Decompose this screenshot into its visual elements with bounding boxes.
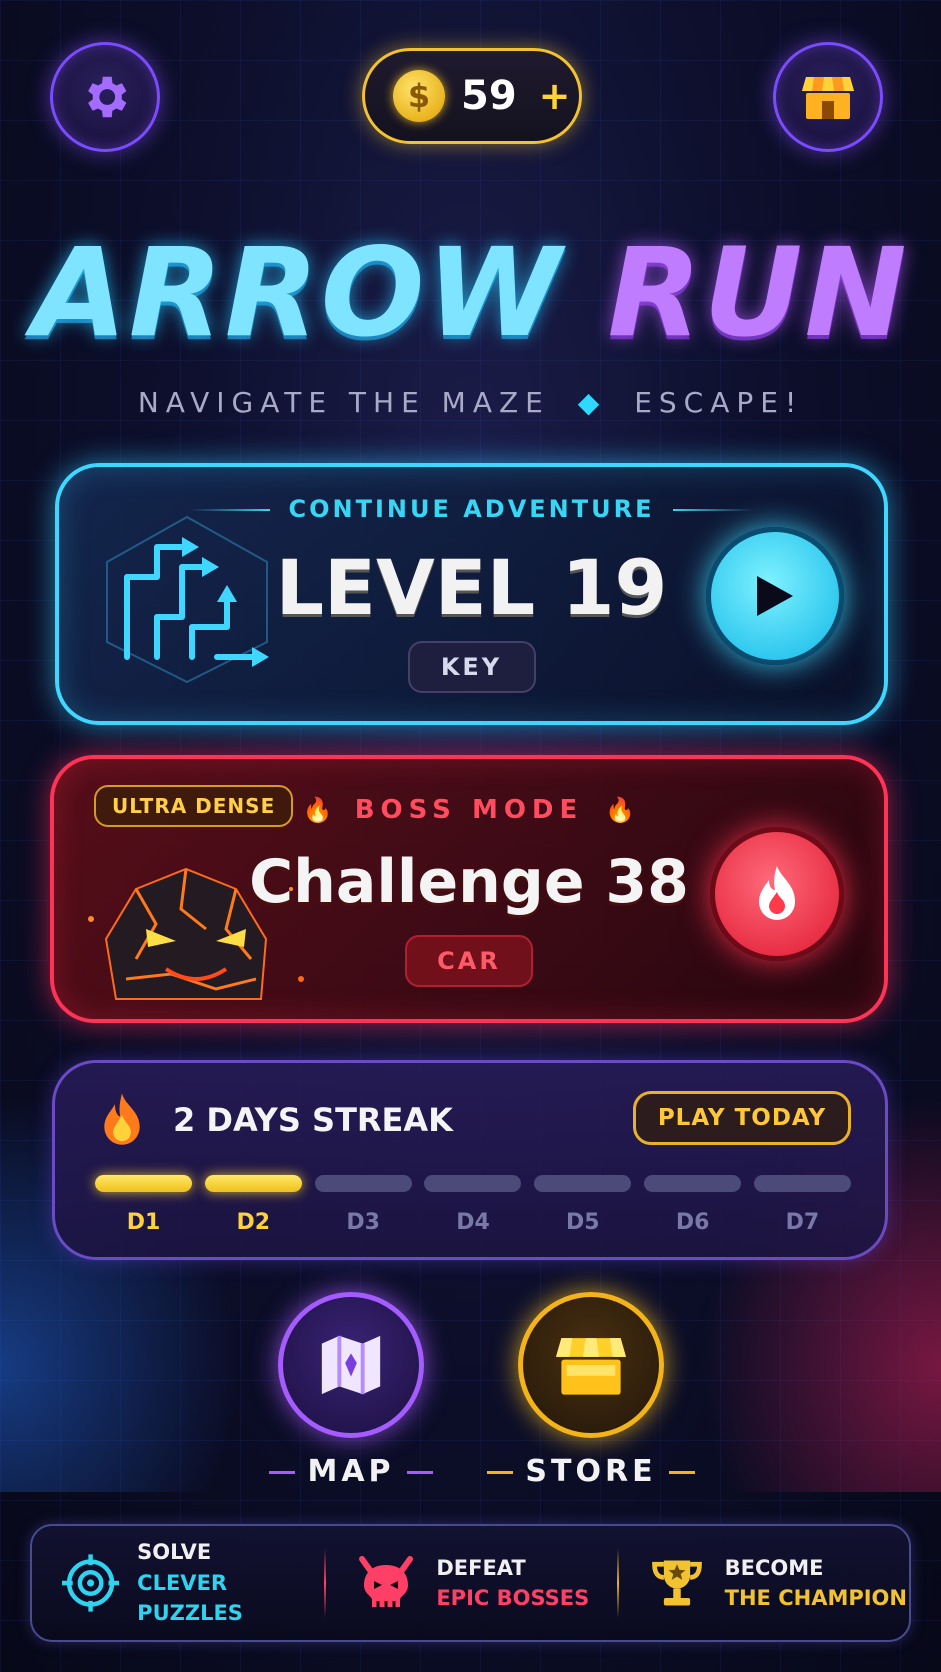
store-button[interactable] — [518, 1292, 664, 1438]
play-icon — [757, 576, 793, 616]
feature-champion: BECOME THE CHAMPION — [616, 1526, 909, 1640]
streak-day-6: D6 — [644, 1175, 742, 1235]
streak-day-label: D1 — [126, 1210, 161, 1235]
title-word-run: RUN — [607, 222, 909, 364]
coin-balance[interactable]: $ 59 + — [362, 48, 582, 144]
streak-day-5: D5 — [534, 1175, 632, 1235]
daily-streak-panel: 2 DAYS STREAK PLAY TODAY D1 D2 D3 D4 D5 … — [52, 1060, 888, 1260]
challenge-tag: CAR — [405, 935, 533, 987]
store-icon — [556, 1338, 626, 1395]
map-label-line-left — [269, 1471, 296, 1474]
boss-kicker: 🔥 BOSS MODE 🔥 — [54, 795, 884, 825]
boss-play-button[interactable] — [710, 827, 844, 961]
play-today-button[interactable]: PLAY TODAY — [633, 1091, 851, 1145]
map-icon — [321, 1335, 381, 1395]
streak-day-2: D2 — [204, 1175, 302, 1235]
feature-puzzles-line1: SOLVE — [137, 1540, 212, 1565]
streak-day-bar — [424, 1175, 522, 1192]
kicker-line-left — [190, 509, 271, 511]
shop-button[interactable] — [773, 42, 883, 152]
streak-day-label: D4 — [456, 1210, 490, 1235]
subtitle-right: ESCAPE! — [634, 386, 804, 419]
level-tag: KEY — [407, 641, 536, 693]
streak-flame-icon — [104, 1093, 140, 1145]
map-label: MAP — [231, 1454, 471, 1489]
store-label: STORE — [471, 1454, 711, 1489]
streak-day-bar — [204, 1175, 302, 1192]
add-coins-button[interactable]: + — [539, 74, 571, 118]
streak-day-label: D2 — [236, 1210, 271, 1235]
continue-kicker: CONTINUE ADVENTURE — [59, 495, 884, 523]
map-button[interactable] — [278, 1292, 424, 1438]
continue-level-card[interactable]: CONTINUE ADVENTURE LEVEL 19 KEY — [55, 463, 888, 725]
target-icon — [62, 1554, 120, 1612]
game-subtitle: NAVIGATE THE MAZE ◆ ESCAPE! — [0, 386, 941, 419]
streak-day-bar — [753, 1175, 851, 1192]
store-label-line-right — [668, 1471, 695, 1474]
boss-challenge-card[interactable]: ULTRA DENSE 🔥 BOSS MODE 🔥 Challenge 38 CAR — [50, 755, 888, 1023]
fire-icon — [759, 866, 795, 920]
streak-day-bar — [534, 1175, 632, 1192]
store-label-text: STORE — [525, 1454, 657, 1489]
demon-skull-icon — [359, 1556, 414, 1607]
feature-champion-line2: THE CHAMPION — [724, 1586, 907, 1610]
streak-day-4: D4 — [424, 1175, 522, 1235]
store-label-line-left — [487, 1471, 514, 1474]
streak-count-text: 2 DAYS STREAK — [173, 1101, 453, 1139]
feature-puzzles-text: SOLVE CLEVER PUZZLES — [137, 1537, 324, 1628]
map-label-line-right — [406, 1471, 433, 1474]
streak-day-3: D3 — [314, 1175, 412, 1235]
settings-button[interactable] — [50, 42, 160, 152]
streak-days: D1 D2 D3 D4 D5 D6 D7 — [95, 1175, 851, 1235]
coin-icon: $ — [393, 70, 445, 122]
gear-icon — [88, 76, 127, 118]
boss-kicker-text: BOSS MODE — [354, 795, 584, 825]
subtitle-separator: ◆ — [577, 386, 607, 419]
coin-count: 59 — [461, 73, 517, 119]
flame-icon-left: 🔥 — [302, 796, 333, 824]
map-label-text: MAP — [307, 1454, 395, 1489]
streak-day-label: D3 — [346, 1210, 380, 1235]
shop-icon — [802, 77, 854, 119]
feature-bosses-line1: DEFEAT — [436, 1555, 526, 1580]
streak-day-label: D6 — [675, 1210, 710, 1235]
feature-champion-line1: BECOME — [724, 1555, 824, 1580]
title-word-arrow: ARROW — [32, 222, 563, 364]
game-title: ARROW RUN — [0, 232, 941, 354]
feature-banner: SOLVE CLEVER PUZZLES DEFEAT EPIC BOSSES … — [30, 1524, 911, 1642]
feature-bosses-text: DEFEAT EPIC BOSSES — [436, 1553, 589, 1614]
feature-bosses: DEFEAT EPIC BOSSES — [324, 1526, 616, 1640]
kicker-line-right — [672, 509, 753, 511]
streak-day-7: D7 — [753, 1175, 851, 1235]
play-button[interactable] — [706, 527, 844, 665]
streak-day-label: D5 — [566, 1210, 600, 1235]
feature-bosses-line2: EPIC BOSSES — [436, 1586, 590, 1610]
feature-champion-text: BECOME THE CHAMPION — [725, 1553, 907, 1614]
feature-puzzles: SOLVE CLEVER PUZZLES — [32, 1526, 324, 1640]
flame-icon-right: 🔥 — [605, 796, 636, 824]
streak-day-bar — [644, 1175, 742, 1192]
streak-day-1: D1 — [95, 1175, 192, 1235]
feature-puzzles-line2: CLEVER PUZZLES — [137, 1570, 243, 1626]
streak-day-label: D7 — [785, 1210, 820, 1235]
trophy-icon — [651, 1560, 702, 1606]
continue-kicker-text: CONTINUE ADVENTURE — [288, 495, 655, 523]
streak-day-bar — [314, 1175, 412, 1192]
subtitle-left: NAVIGATE THE MAZE — [137, 386, 550, 419]
streak-day-bar — [95, 1175, 192, 1192]
